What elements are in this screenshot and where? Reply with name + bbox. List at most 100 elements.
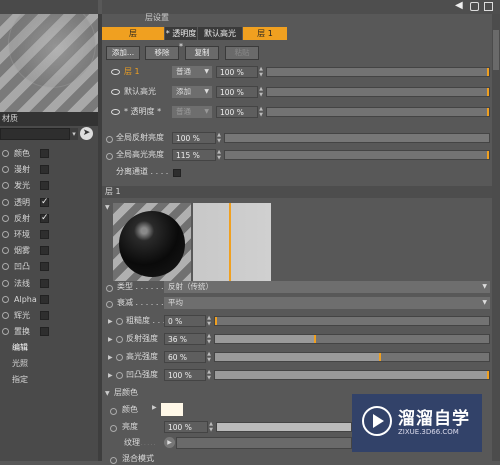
- layer-opacity-spinner-icon[interactable]: ▲ ▼: [258, 86, 264, 98]
- refl-slider[interactable]: [214, 334, 490, 344]
- pointer-icon[interactable]: ➤: [80, 127, 93, 140]
- color-section-collapse-icon[interactable]: ▼: [105, 390, 110, 397]
- global-reflect-field[interactable]: 100 %: [172, 132, 216, 144]
- channel-anim-dot[interactable]: [2, 263, 9, 271]
- layer-opacity-spinner-icon[interactable]: ▲ ▼: [258, 66, 264, 78]
- channel-checkbox[interactable]: [40, 294, 49, 304]
- layer-opacity-field[interactable]: 100 %: [216, 106, 258, 118]
- lock-icon[interactable]: [470, 2, 479, 11]
- layer-name[interactable]: * 透明度 *: [124, 106, 161, 118]
- channel-anim-dot[interactable]: [2, 312, 9, 319]
- layer-mode-dropdown[interactable]: 普通 ▼: [172, 106, 212, 118]
- channel-item[interactable]: 发光: [2, 179, 98, 193]
- texture-play-icon[interactable]: ▶: [164, 437, 175, 448]
- rough-anim-dot[interactable]: [116, 318, 123, 325]
- global-spec-anim-dot[interactable]: [106, 153, 113, 160]
- color-expand-icon[interactable]: ▶: [152, 404, 157, 411]
- collapse-arrow-icon[interactable]: ▼: [105, 204, 110, 211]
- channel-checkbox[interactable]: [40, 246, 49, 256]
- brightness-spinner-icon[interactable]: ▲ ▼: [208, 421, 214, 433]
- layer-opacity-field[interactable]: 100 %: [216, 86, 258, 98]
- channel-checkbox[interactable]: [40, 230, 49, 239]
- layer-name[interactable]: 层 1: [124, 66, 140, 78]
- sub-item-lighting[interactable]: 光照: [12, 358, 28, 370]
- layer-opacity-slider[interactable]: [266, 107, 490, 117]
- layer-opacity-slider[interactable]: [266, 67, 490, 77]
- channel-checkbox[interactable]: ✓: [40, 213, 49, 223]
- global-reflect-slider[interactable]: [224, 133, 490, 143]
- channel-anim-dot[interactable]: [2, 214, 9, 222]
- channel-item[interactable]: 环境: [2, 228, 98, 242]
- channel-checkbox[interactable]: [40, 149, 49, 158]
- bump-anim-dot[interactable]: [116, 372, 123, 379]
- channel-item[interactable]: 置换: [2, 325, 98, 339]
- channel-anim-dot[interactable]: [2, 150, 9, 157]
- tab-default-spec[interactable]: 默认高光: [198, 27, 242, 40]
- channel-item[interactable]: 漫射: [2, 163, 98, 177]
- sub-item-assign[interactable]: 指定: [12, 374, 28, 386]
- global-spec-spinner-icon[interactable]: ▲ ▼: [216, 149, 222, 161]
- channel-checkbox[interactable]: [40, 181, 49, 191]
- layer-visibility-eye-icon[interactable]: [111, 109, 120, 115]
- type-anim-dot[interactable]: [106, 285, 113, 292]
- type-dropdown[interactable]: 反射（传统） ▼: [164, 281, 490, 293]
- layer-mode-dropdown[interactable]: 普通 ▼: [172, 66, 212, 78]
- separate-channels-checkbox[interactable]: [173, 169, 181, 177]
- layer-visibility-eye-icon[interactable]: [111, 69, 120, 75]
- refl-anim-dot[interactable]: [116, 336, 123, 343]
- channel-item[interactable]: 辉光: [2, 309, 98, 323]
- paste-layer-button[interactable]: 粘贴: [225, 46, 259, 60]
- channel-item[interactable]: 烟雾: [2, 244, 98, 258]
- color-anim-dot[interactable]: [110, 408, 117, 415]
- channel-checkbox[interactable]: [40, 327, 49, 337]
- layer-mode-dropdown[interactable]: 添加 ▼: [172, 86, 212, 98]
- layer-visibility-eye-icon[interactable]: [111, 89, 120, 95]
- spec-expand-icon[interactable]: ▶: [108, 354, 113, 361]
- channel-item[interactable]: 凹凸: [2, 260, 98, 274]
- panel-divider[interactable]: [98, 14, 102, 461]
- material-dropdown-arrow-icon[interactable]: ▾: [70, 128, 78, 140]
- bump-spinner-icon[interactable]: ▲ ▼: [206, 369, 212, 381]
- channel-item[interactable]: 反射 ✓: [2, 212, 98, 226]
- bump-slider[interactable]: [214, 370, 490, 380]
- channel-checkbox[interactable]: [40, 262, 49, 272]
- channel-checkbox[interactable]: [40, 165, 49, 175]
- spec-anim-dot[interactable]: [116, 354, 123, 361]
- global-reflect-spinner-icon[interactable]: ▲ ▼: [216, 132, 222, 144]
- sub-item-edit[interactable]: 编辑: [12, 342, 28, 354]
- layer-opacity-field[interactable]: 100 %: [216, 66, 258, 78]
- bump-expand-icon[interactable]: ▶: [108, 372, 113, 379]
- channel-checkbox[interactable]: [40, 278, 49, 288]
- spec-field[interactable]: 60 %: [164, 351, 206, 363]
- tab-transparency[interactable]: * 透明度 *: [165, 27, 197, 51]
- channel-anim-dot[interactable]: [2, 166, 9, 174]
- expand-icon[interactable]: [484, 2, 493, 11]
- layer-opacity-spinner-icon[interactable]: ▲ ▼: [258, 106, 264, 118]
- material-search-input[interactable]: [0, 128, 70, 140]
- channel-checkbox[interactable]: [40, 311, 49, 320]
- rough-spinner-icon[interactable]: ▲ ▼: [206, 315, 212, 327]
- layer-1-section-header[interactable]: 层 1: [102, 186, 500, 198]
- channel-item[interactable]: Alpha: [2, 293, 98, 307]
- rough-expand-icon[interactable]: ▶: [108, 318, 113, 325]
- scrollbar[interactable]: [492, 14, 500, 461]
- brightness-slider[interactable]: [216, 422, 352, 432]
- channel-anim-dot[interactable]: [2, 328, 9, 336]
- remove-layer-button[interactable]: 移除: [145, 46, 179, 60]
- channel-anim-dot[interactable]: [2, 279, 9, 287]
- refl-spinner-icon[interactable]: ▲ ▼: [206, 333, 212, 345]
- channel-item[interactable]: 颜色: [2, 147, 98, 161]
- tab-layer[interactable]: 层: [102, 27, 164, 40]
- texture-slot[interactable]: [176, 437, 352, 449]
- back-arrow-icon[interactable]: ◀: [455, 0, 463, 11]
- brightness-field[interactable]: 100 %: [164, 421, 208, 433]
- bump-field[interactable]: 100 %: [164, 369, 206, 381]
- layer-opacity-slider[interactable]: [266, 87, 490, 97]
- channel-checkbox[interactable]: ✓: [40, 197, 49, 207]
- rough-slider[interactable]: [214, 316, 490, 326]
- channel-item[interactable]: 法线: [2, 277, 98, 291]
- refl-expand-icon[interactable]: ▶: [108, 336, 113, 343]
- copy-layer-button[interactable]: 复制: [185, 46, 219, 60]
- channel-anim-dot[interactable]: [2, 198, 9, 206]
- channel-anim-dot[interactable]: [2, 182, 9, 190]
